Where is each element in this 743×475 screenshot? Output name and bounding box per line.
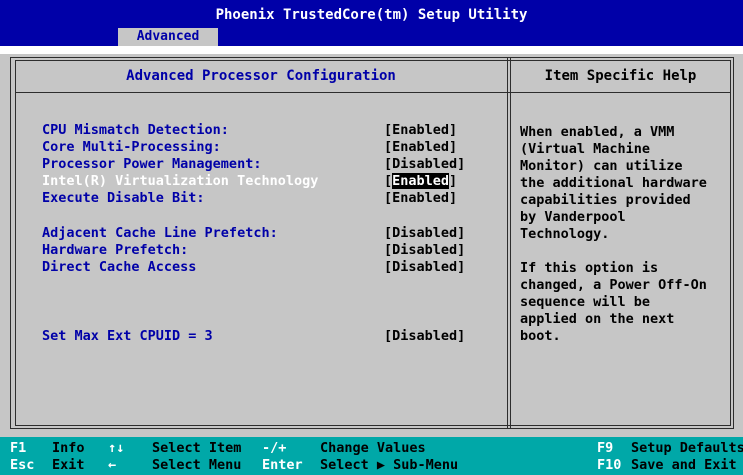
setting-value[interactable]: [Disabled] xyxy=(384,328,465,345)
help-spacer xyxy=(520,243,725,260)
help-line: changed, a Power Off-On xyxy=(520,277,707,293)
selected-value-highlight[interactable]: Enabled xyxy=(392,173,450,189)
footer-row-1: F1 Info ↑↓ Select Item -/+ Change Values… xyxy=(0,440,743,457)
footer-key-up-down-arrows[interactable]: ↑↓ xyxy=(108,440,124,457)
panel-title: Advanced Processor Configuration xyxy=(126,68,396,84)
setting-value[interactable]: [Enabled] xyxy=(384,139,457,156)
footer-desc-change-values: Change Values xyxy=(320,440,426,456)
help-line: sequence will be xyxy=(520,294,651,310)
title-bar: Phoenix TrustedCore(tm) Setup Utility xyxy=(0,0,743,28)
setting-label: Direct Cache Access xyxy=(42,259,197,275)
setting-label: CPU Mismatch Detection: xyxy=(42,122,229,138)
footer-key-f9[interactable]: F9 xyxy=(597,440,613,457)
setting-row-virtualization-technology[interactable]: Intel(R) Virtualization Technology [Enab… xyxy=(42,173,502,190)
setting-value[interactable]: [Disabled] xyxy=(384,259,465,276)
panel-divider xyxy=(507,57,511,429)
footer-desc-select-sub-menu: Select ▶ Sub-Menu xyxy=(320,457,459,473)
help-line: capabilities provided xyxy=(520,192,691,208)
setting-label: Execute Disable Bit: xyxy=(42,190,205,206)
footer-desc-exit: Exit xyxy=(52,457,85,473)
tab-strip xyxy=(0,46,743,54)
help-line: When enabled, a VMM xyxy=(520,124,675,140)
setting-label: Hardware Prefetch: xyxy=(42,242,189,258)
help-line: If this option is xyxy=(520,260,659,276)
help-line: Monitor) can utilize xyxy=(520,158,683,174)
setting-value[interactable]: [Enabled] xyxy=(384,190,457,207)
setting-row-cpu-mismatch-detection[interactable]: CPU Mismatch Detection: [Enabled] xyxy=(42,122,502,139)
setting-label: Set Max Ext CPUID = 3 xyxy=(42,328,213,344)
footer-bar: F1 Info ↑↓ Select Item -/+ Change Values… xyxy=(0,437,743,475)
setting-row-execute-disable-bit[interactable]: Execute Disable Bit: [Enabled] xyxy=(42,190,502,207)
app-title: Phoenix TrustedCore(tm) Setup Utility xyxy=(215,7,528,23)
setting-row-set-max-ext-cpuid[interactable]: Set Max Ext CPUID = 3 [Disabled] xyxy=(42,328,502,345)
bracket-close: ] xyxy=(449,173,458,189)
help-text: When enabled, a VMM (Virtual Machine Mon… xyxy=(520,124,725,345)
setting-row-hardware-prefetch[interactable]: Hardware Prefetch: [Disabled] xyxy=(42,242,502,259)
footer-desc-select-item: Select Item xyxy=(152,440,242,456)
setting-value-selected[interactable]: [Enabled] xyxy=(384,173,457,190)
setting-label: Processor Power Management: xyxy=(42,156,262,172)
footer-key-minus-plus[interactable]: -/+ xyxy=(262,440,286,457)
help-title: Item Specific Help xyxy=(544,68,697,84)
footer-desc-select-menu: Select Menu xyxy=(152,457,242,473)
setting-value[interactable]: [Disabled] xyxy=(384,242,465,259)
footer-desc-setup-defaults: Setup Defaults xyxy=(631,440,743,456)
footer-key-f10[interactable]: F10 xyxy=(597,457,621,474)
footer-key-esc[interactable]: Esc xyxy=(10,457,34,474)
help-line: Technology. xyxy=(520,226,610,242)
setting-row-adjacent-cache-line-prefetch[interactable]: Adjacent Cache Line Prefetch: [Disabled] xyxy=(42,225,502,242)
header-divider xyxy=(15,92,731,93)
help-line: applied on the next xyxy=(520,311,675,327)
help-line: the additional hardware xyxy=(520,175,707,191)
footer-row-2: Esc Exit ← Select Menu Enter Select ▶ Su… xyxy=(0,457,743,474)
setting-value[interactable]: [Disabled] xyxy=(384,156,465,173)
help-line: (Virtual Machine xyxy=(520,141,651,157)
setting-label: Adjacent Cache Line Prefetch: xyxy=(42,225,278,241)
tab-advanced[interactable]: Advanced xyxy=(118,28,218,46)
setting-value[interactable]: [Enabled] xyxy=(384,122,457,139)
footer-key-f1[interactable]: F1 xyxy=(10,440,26,457)
setting-row-processor-power-management[interactable]: Processor Power Management: [Disabled] xyxy=(42,156,502,173)
footer-key-left-arrow[interactable]: ← xyxy=(108,457,116,474)
settings-list: CPU Mismatch Detection: [Enabled] Core M… xyxy=(42,122,502,345)
menu-tab-bar: Advanced xyxy=(0,28,743,46)
footer-desc-save-and-exit: Save and Exit xyxy=(631,457,737,473)
setting-row-direct-cache-access[interactable]: Direct Cache Access [Disabled] xyxy=(42,259,502,276)
setting-value[interactable]: [Disabled] xyxy=(384,225,465,242)
setting-label: Intel(R) Virtualization Technology xyxy=(42,173,319,189)
footer-desc-info: Info xyxy=(52,440,85,456)
help-line: by Vanderpool xyxy=(520,209,626,225)
setting-row-core-multi-processing[interactable]: Core Multi-Processing: [Enabled] xyxy=(42,139,502,156)
setting-label: Core Multi-Processing: xyxy=(42,139,221,155)
help-line: boot. xyxy=(520,328,561,344)
bracket-open: [ xyxy=(384,173,393,189)
footer-key-enter[interactable]: Enter xyxy=(262,457,303,474)
